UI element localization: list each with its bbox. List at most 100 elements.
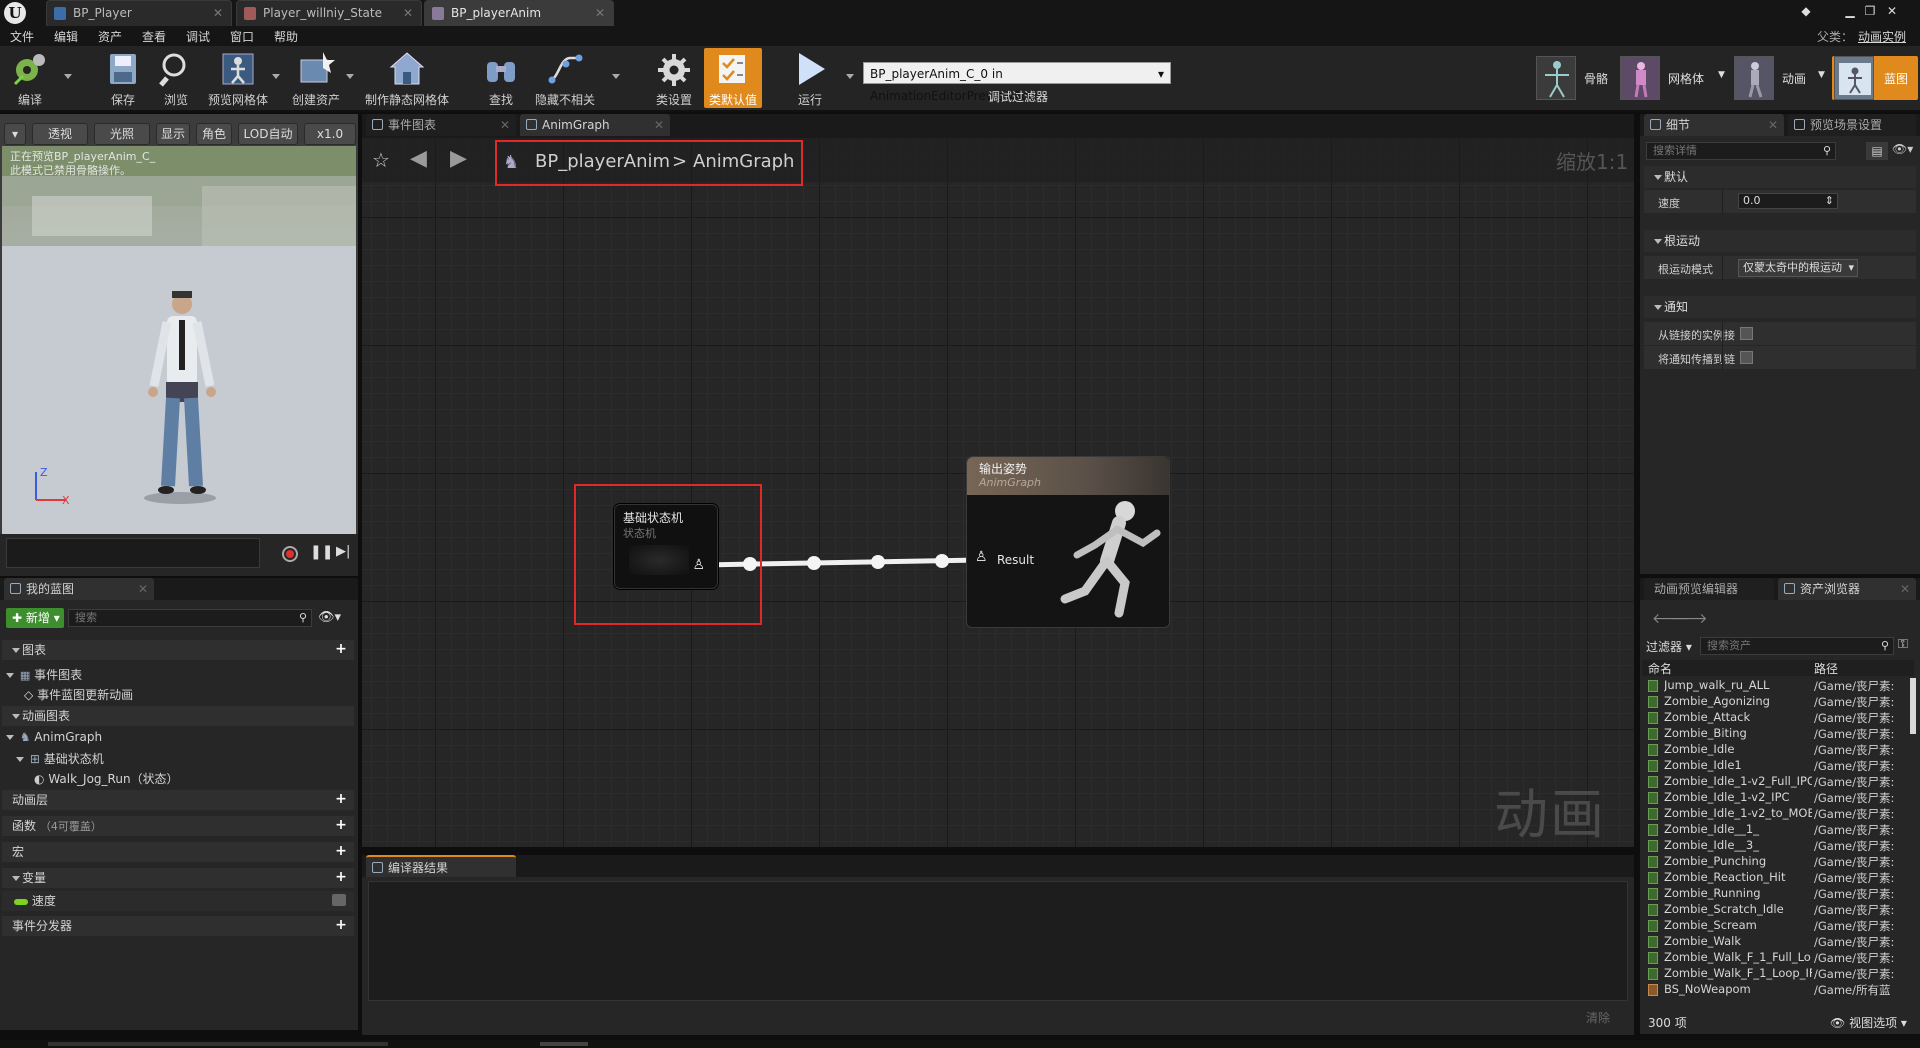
- result-pin-icon[interactable]: ♙: [975, 549, 988, 565]
- mode-blueprint-button[interactable]: 蓝图: [1832, 56, 1918, 100]
- parent-class-link[interactable]: 动画实例: [1858, 28, 1906, 45]
- add-new-button[interactable]: ✚ 新增 ▾: [6, 608, 64, 628]
- class-settings-button[interactable]: 类设置: [650, 48, 698, 108]
- asset-row[interactable]: Zombie_Walk/Game/丧尸素:: [1648, 934, 1918, 950]
- asset-row[interactable]: BS_NoWeapom/Game/所有蓝: [1648, 982, 1918, 998]
- anim-graph-item[interactable]: ♞ AnimGraph: [6, 730, 102, 744]
- horizontal-scrollbar-thumb[interactable]: [540, 1042, 588, 1046]
- menu-edit[interactable]: 编辑: [54, 28, 78, 45]
- chevron-down-icon[interactable]: ▼: [1718, 70, 1725, 80]
- hide-unrelated-button[interactable]: 隐藏不相关: [532, 48, 598, 108]
- section-functions[interactable]: 函数 （4可覆盖） +: [2, 816, 354, 836]
- forward-arrow-icon[interactable]: 🡒: [1670, 610, 1708, 627]
- viewport-scene[interactable]: 正在预览BP_playerAnim_C_ 此模式已禁用骨骼操作。 Z X: [2, 146, 356, 534]
- pose-pin-icon[interactable]: ♙: [692, 557, 705, 573]
- doc-tab-state[interactable]: Player_willniy_State ✕: [236, 0, 422, 26]
- tab-compiler-results[interactable]: 编译器结果: [366, 855, 516, 877]
- maximize-button[interactable]: ❐: [1862, 3, 1878, 19]
- asset-row[interactable]: Zombie_Attack/Game/丧尸素:: [1648, 710, 1918, 726]
- debug-object-select[interactable]: BP_playerAnim_C_0 in AnimationEditorPrev…: [863, 62, 1171, 103]
- close-icon[interactable]: ✕: [138, 578, 148, 600]
- asset-row[interactable]: Zombie_Idle/Game/丧尸素:: [1648, 742, 1918, 758]
- asset-row[interactable]: Zombie_Idle1/Game/丧尸素:: [1648, 758, 1918, 774]
- pause-button[interactable]: ❚❚: [310, 544, 333, 560]
- close-icon[interactable]: ✕: [500, 114, 510, 136]
- event-graph-item[interactable]: ▦ 事件图表: [6, 666, 82, 683]
- close-icon[interactable]: ✕: [1900, 578, 1910, 600]
- asset-search-input[interactable]: 搜索资产 ⚲: [1700, 637, 1894, 655]
- asset-row[interactable]: Zombie_Idle_1-v2_to_MOB/Game/丧尸素:: [1648, 806, 1918, 822]
- close-icon[interactable]: ✕: [1768, 114, 1778, 136]
- breadcrumb-root[interactable]: BP_playerAnim: [535, 151, 670, 172]
- chevron-down-icon[interactable]: [846, 74, 854, 79]
- doc-tab-bp-playeranim[interactable]: BP_playerAnim ✕: [424, 0, 614, 26]
- speed-input[interactable]: 0.0 ⇕: [1738, 193, 1838, 209]
- lod-button[interactable]: LOD自动: [238, 123, 298, 145]
- close-icon[interactable]: ✕: [654, 114, 664, 136]
- section-macros[interactable]: 宏 +: [2, 842, 354, 862]
- asset-row[interactable]: Zombie_Scratch_Idle/Game/丧尸素:: [1648, 902, 1918, 918]
- clear-button[interactable]: 清除: [1586, 1009, 1610, 1026]
- asset-row[interactable]: Zombie_Reaction_Hit/Game/丧尸素:: [1648, 870, 1918, 886]
- output-pose-node[interactable]: 输出姿势 AnimGraph ♙ Result: [966, 456, 1170, 628]
- close-icon[interactable]: ✕: [595, 1, 605, 25]
- section-default[interactable]: 默认: [1644, 166, 1916, 188]
- add-variable-button[interactable]: +: [334, 870, 348, 885]
- notify-propagate-checkbox[interactable]: [1740, 351, 1753, 364]
- section-graphs[interactable]: 图表 +: [2, 640, 354, 660]
- grid-view-icon[interactable]: ▤: [1866, 142, 1888, 160]
- chevron-down-icon[interactable]: [272, 74, 280, 79]
- section-anim-graphs[interactable]: 动画图表: [2, 706, 354, 726]
- chevron-down-icon[interactable]: ▼: [1818, 70, 1825, 80]
- minimize-button[interactable]: ▁: [1842, 3, 1858, 19]
- find-button[interactable]: 查找: [478, 48, 524, 108]
- tab-anim-preview-editor[interactable]: 动画预览编辑器: [1644, 578, 1774, 600]
- asset-row[interactable]: Zombie_Scream/Game/丧尸素:: [1648, 918, 1918, 934]
- browse-button[interactable]: 浏览: [154, 48, 198, 108]
- viewport-menu-button[interactable]: ▾: [4, 123, 26, 145]
- details-search-input[interactable]: 搜索详情 ⚲: [1646, 142, 1836, 160]
- chevron-down-icon[interactable]: [612, 74, 620, 79]
- event-update-item[interactable]: ◇ 事件蓝图更新动画: [24, 686, 133, 703]
- character-button[interactable]: 角色: [196, 123, 232, 145]
- close-window-button[interactable]: ✕: [1884, 3, 1900, 19]
- section-root-motion[interactable]: 根运动: [1644, 230, 1916, 252]
- asset-row[interactable]: Zombie_Idle_1-v2_IPC/Game/丧尸素:: [1648, 790, 1918, 806]
- menu-file[interactable]: 文件: [10, 28, 34, 45]
- run-button[interactable]: 运行: [784, 48, 836, 108]
- favorite-star-icon[interactable]: ☆: [372, 148, 390, 172]
- asset-row[interactable]: Zombie_Running/Game/丧尸素:: [1648, 886, 1918, 902]
- breadcrumb-leaf[interactable]: AnimGraph: [693, 151, 794, 172]
- perspective-button[interactable]: 透视: [32, 123, 88, 145]
- menu-view[interactable]: 查看: [142, 28, 166, 45]
- column-name-header[interactable]: 命名: [1648, 660, 1672, 677]
- view-options-button[interactable]: 👁 视图选项 ▾: [1830, 1014, 1907, 1031]
- asset-row[interactable]: Zombie_Idle__3_ /Game/丧尸素:: [1648, 838, 1918, 854]
- save-button[interactable]: 保存: [102, 48, 144, 108]
- column-path-header[interactable]: 路径: [1814, 660, 1838, 677]
- create-asset-button[interactable]: 创建资产: [288, 48, 344, 108]
- source-control-icon[interactable]: ◆: [1798, 3, 1814, 19]
- add-anim-layer-button[interactable]: +: [334, 792, 348, 807]
- tab-details[interactable]: 细节 ✕: [1644, 114, 1784, 136]
- asset-row[interactable]: Jump_walk_ru_ALL/Game/丧尸素:: [1648, 678, 1918, 694]
- tab-anim-graph[interactable]: AnimGraph ✕: [520, 114, 670, 136]
- menu-window[interactable]: 窗口: [230, 28, 254, 45]
- asset-row[interactable]: Zombie_Biting/Game/丧尸素:: [1648, 726, 1918, 742]
- close-icon[interactable]: ✕: [213, 1, 223, 25]
- add-dispatcher-button[interactable]: +: [334, 918, 348, 933]
- preview-viewport[interactable]: ▾ 透视 光照 显示 角色 LOD自动 x1.0 正在预览BP_playerAn…: [0, 114, 358, 534]
- timeline-scrubber[interactable]: [6, 538, 260, 568]
- tab-my-blueprint[interactable]: 我的蓝图 ✕: [4, 578, 154, 600]
- record-button[interactable]: [282, 546, 298, 562]
- eye-icon[interactable]: 👁▾: [318, 610, 341, 625]
- forward-arrow-icon[interactable]: ▶: [450, 146, 467, 171]
- lock-icon[interactable]: ⚿: [1898, 637, 1908, 652]
- eye-icon[interactable]: 👁▾: [1892, 142, 1913, 156]
- asset-row[interactable]: Zombie_Punching/Game/丧尸素:: [1648, 854, 1918, 870]
- doc-tab-bp-player[interactable]: BP_Player ✕: [46, 0, 232, 26]
- root-motion-mode-select[interactable]: 仅蒙太奇中的根运动 ▾: [1738, 259, 1858, 277]
- visibility-toggle-icon[interactable]: [332, 894, 346, 906]
- speed-scale-button[interactable]: x1.0: [304, 123, 356, 145]
- section-anim-layers[interactable]: 动画层 +: [2, 790, 354, 810]
